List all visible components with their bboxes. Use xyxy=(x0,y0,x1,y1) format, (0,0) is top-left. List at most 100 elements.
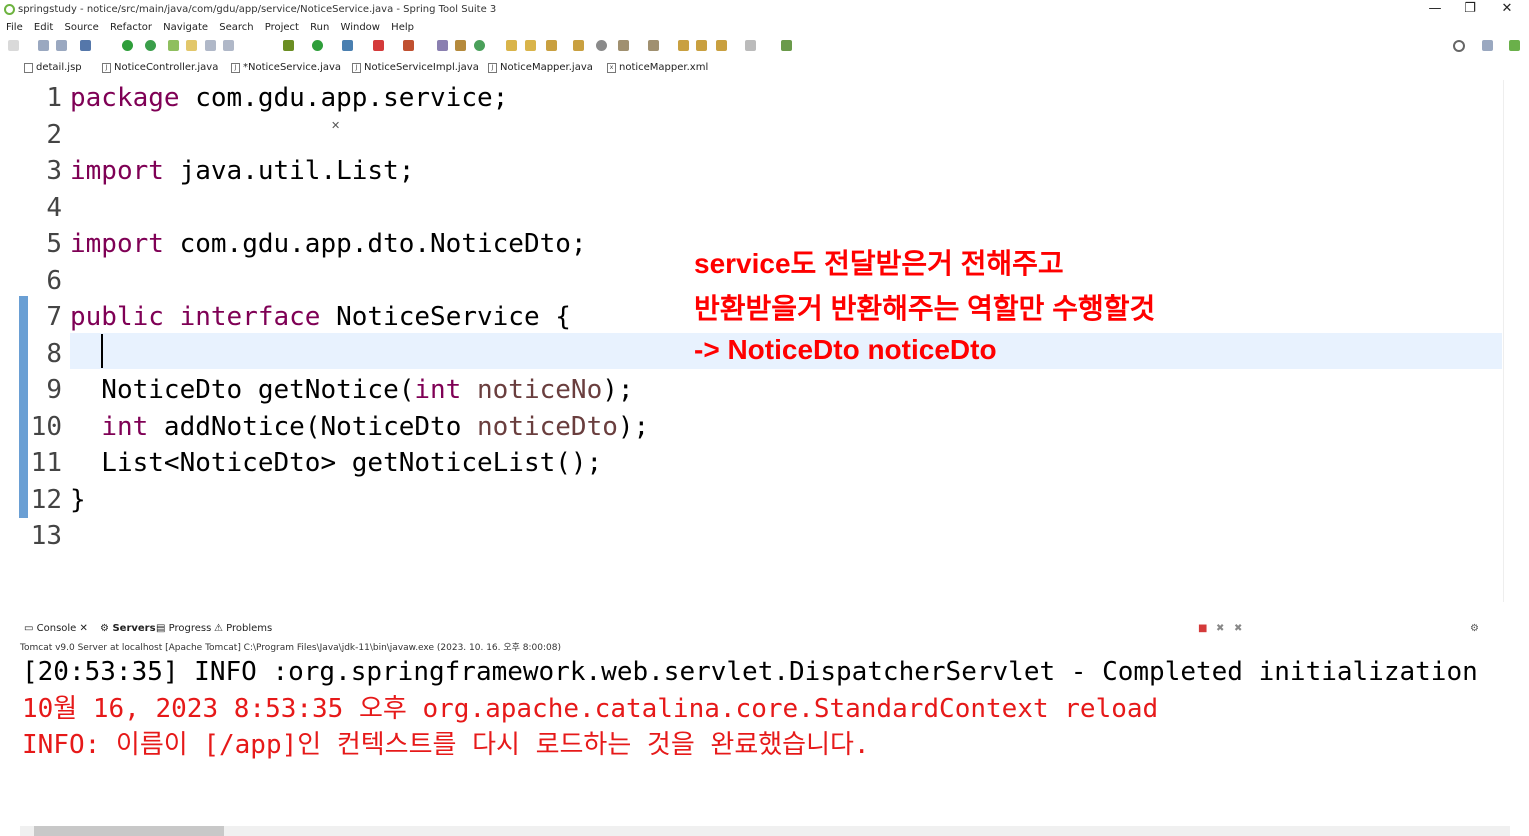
code-text: } xyxy=(70,484,86,515)
code-line[interactable]: 10 int addNotice(NoticeDto noticeDto); xyxy=(22,409,1502,445)
line-number: 3 xyxy=(46,156,62,186)
console-settings-icon[interactable]: ⚙ xyxy=(1470,623,1479,634)
line-number: 13 xyxy=(30,521,62,551)
console-scroll-thumb[interactable] xyxy=(34,826,224,836)
code-line[interactable]: 2 xyxy=(22,117,1502,153)
remove-launch-icon[interactable]: ✖ xyxy=(1216,623,1224,634)
java-file-icon: J xyxy=(352,63,361,73)
remove-all-icon[interactable]: ✖ xyxy=(1234,623,1242,634)
tab-console[interactable]: ▭ Console ✕ xyxy=(24,623,88,634)
code-line[interactable]: 12} xyxy=(22,482,1502,518)
line-number: 7 xyxy=(46,302,62,332)
tab-servers[interactable]: ⚙ Servers xyxy=(100,623,156,634)
new-java-project-icon[interactable] xyxy=(437,40,448,51)
code-text: public interface NoticeService { xyxy=(70,302,571,332)
menu-edit[interactable]: Edit xyxy=(34,20,53,36)
refresh-icon[interactable] xyxy=(145,40,156,51)
code-line[interactable]: 1 package com.gdu.app.service; xyxy=(22,80,1502,116)
tab-notice-mapper[interactable]: J NoticeMapper.java xyxy=(486,58,593,78)
line-number: 9 xyxy=(46,375,62,405)
menu-navigate[interactable]: Navigate xyxy=(163,20,208,36)
console-output[interactable]: [20:53:35] INFO :org.springframework.web… xyxy=(20,654,1510,824)
menu-window[interactable]: Window xyxy=(341,20,380,36)
save-all-icon[interactable] xyxy=(56,40,67,51)
open-folder-icon[interactable] xyxy=(506,40,517,51)
search-icon[interactable] xyxy=(1453,40,1465,52)
line-number: 4 xyxy=(46,192,62,223)
pin-editor-icon[interactable] xyxy=(781,40,792,51)
mark-occurrences-icon[interactable] xyxy=(186,40,197,51)
editor-vertical-scrollbar[interactable] xyxy=(1503,80,1518,602)
restore-button[interactable]: ❐ xyxy=(1455,1,1485,16)
open-perspective-icon[interactable] xyxy=(1482,40,1493,51)
spring-boot-icon[interactable] xyxy=(122,40,133,51)
whitespace-icon[interactable] xyxy=(223,40,234,51)
line-number: 2 xyxy=(46,119,62,150)
menu-search[interactable]: Search xyxy=(219,20,253,36)
tab-progress[interactable]: ▤ Progress xyxy=(156,623,211,634)
code-text: int addNotice(NoticeDto noticeDto); xyxy=(101,411,650,442)
run-icon[interactable] xyxy=(312,40,323,51)
annotation-line-2: 반환받을거 반환해주는 역할만 수행할것 xyxy=(694,293,1156,324)
code-line[interactable]: 3 import java.util.List; xyxy=(22,153,1502,189)
jsp-file-icon xyxy=(24,63,33,73)
tab-detail-jsp[interactable]: detail.jsp xyxy=(22,58,82,78)
new-class-icon[interactable] xyxy=(474,40,485,51)
open-type-icon[interactable] xyxy=(168,40,179,51)
java-file-icon: J xyxy=(102,63,111,73)
next-annotation-icon[interactable] xyxy=(618,40,629,51)
tab-notice-service-impl[interactable]: J NoticeServiceImpl.java xyxy=(350,58,479,78)
line-number: 10 xyxy=(30,411,62,442)
spring-logo-icon xyxy=(4,4,15,15)
code-text: NoticeDto getNotice(int noticeNo); xyxy=(70,375,634,405)
terminate-icon[interactable]: ■ xyxy=(1198,623,1207,634)
java-file-icon: J xyxy=(231,63,240,73)
line-number: 12 xyxy=(30,484,62,515)
console-horizontal-scrollbar[interactable] xyxy=(20,826,1510,836)
main-toolbar xyxy=(0,37,1529,55)
external-tools-icon[interactable] xyxy=(342,40,353,51)
spring-perspective-icon[interactable] xyxy=(1509,40,1520,51)
menu-file[interactable]: File xyxy=(6,20,23,36)
block-selection-icon[interactable] xyxy=(205,40,216,51)
last-edit-icon[interactable] xyxy=(678,40,689,51)
new-package-icon[interactable] xyxy=(455,40,466,51)
editor-horizontal-scrollbar[interactable] xyxy=(20,603,1500,613)
code-line[interactable]: 13 xyxy=(22,518,1502,554)
back-icon[interactable] xyxy=(696,40,707,51)
close-button[interactable]: ✕ xyxy=(1492,1,1522,16)
previous-annotation-icon[interactable] xyxy=(648,40,659,51)
tab-notice-service[interactable]: J *NoticeService.java xyxy=(229,58,342,78)
line-number: 5 xyxy=(46,229,62,259)
tab-problems[interactable]: ⚠ Problems xyxy=(214,623,272,634)
menu-run[interactable]: Run xyxy=(310,20,329,36)
line-number: 8 xyxy=(46,338,62,369)
tab-notice-controller[interactable]: J NoticeController.java xyxy=(100,58,218,78)
search-tool-icon[interactable] xyxy=(573,40,584,51)
debug-icon[interactable] xyxy=(283,40,294,51)
new-icon[interactable] xyxy=(8,40,19,51)
stop-icon[interactable] xyxy=(373,40,384,51)
deploy-icon[interactable] xyxy=(403,40,414,51)
menu-source[interactable]: Source xyxy=(64,20,98,36)
menu-help[interactable]: Help xyxy=(391,20,414,36)
code-line[interactable]: 9 NoticeDto getNotice(int noticeNo); xyxy=(22,372,1502,408)
console-tab-bar: ▭ Console ✕ ⚙ Servers ▤ Progress ⚠ Probl… xyxy=(0,620,1529,638)
code-line[interactable]: 11 List<NoticeDto> getNoticeList(); xyxy=(22,445,1502,481)
menu-refactor[interactable]: Refactor xyxy=(110,20,152,36)
arrow-left-icon[interactable] xyxy=(716,40,727,51)
save-icon[interactable] xyxy=(38,40,49,51)
globe-icon[interactable] xyxy=(596,40,607,51)
minimize-button[interactable]: — xyxy=(1420,1,1450,16)
title-bar: springstudy - notice/src/main/java/com/g… xyxy=(0,0,1529,20)
print-icon[interactable] xyxy=(80,40,91,51)
tab-notice-mapper-xml[interactable]: x noticeMapper.xml xyxy=(605,58,708,78)
console-line: INFO: 이름이 [/app]인 컨텍스트를 다시 로드하는 것을 완료했습니… xyxy=(22,730,870,760)
menu-project[interactable]: Project xyxy=(265,20,299,36)
line-number: 1 xyxy=(46,83,62,113)
arrow-right-icon[interactable] xyxy=(745,40,756,51)
code-line[interactable]: 4 xyxy=(22,190,1502,226)
open-task-icon[interactable] xyxy=(525,40,536,51)
edit-icon[interactable] xyxy=(546,40,557,51)
annotation-line-1: service도 전달받은거 전해주고 xyxy=(694,248,1064,279)
